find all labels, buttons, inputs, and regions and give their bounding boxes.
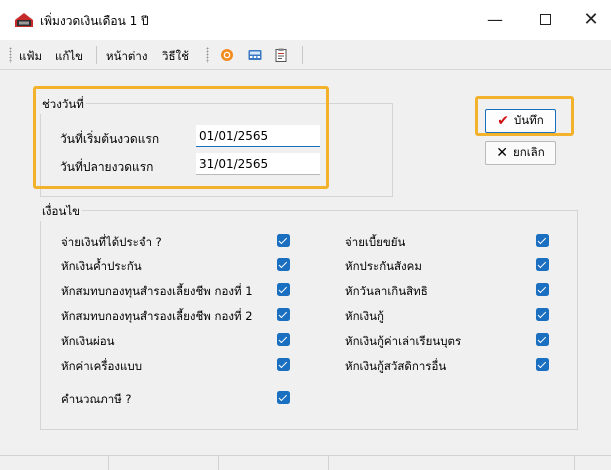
condition-checkbox[interactable] (277, 333, 290, 346)
cancel-button[interactable]: ✕ ยกเลิก (485, 141, 556, 165)
condition-label: หักเงินกู้ (345, 309, 384, 323)
menu-separator (96, 46, 97, 64)
maximize-button[interactable] (530, 8, 560, 32)
close-button[interactable]: ✕ (576, 8, 606, 32)
condition-label: หักเงินค้ำประกัน (61, 259, 142, 273)
condition-label: หักเงินกู้ค่าเล่าเรียนบุตร (345, 334, 462, 348)
save-button-highlight (475, 96, 574, 136)
calculator-icon[interactable] (248, 48, 262, 62)
condition-checkbox[interactable] (277, 283, 290, 296)
status-separator (574, 456, 575, 470)
condition-checkbox[interactable] (536, 283, 549, 296)
condition-label: หักสมทบกองทุนสำรองเลี้ยงชีพ กองที่ 1 (61, 284, 253, 298)
help-circle-icon[interactable] (220, 48, 234, 62)
condition-checkbox[interactable] (536, 333, 549, 346)
minimize-button[interactable]: — (480, 8, 510, 32)
status-separator (108, 456, 109, 470)
menu-file[interactable]: แฟ้ม (19, 48, 42, 66)
condition-label: หักประกันสังคม (345, 259, 422, 273)
toolbar-grip-icon (9, 47, 12, 63)
condition-label: หักค่าเครื่องแบบ (61, 359, 143, 373)
condition-label: หักวันลาเกินสิทธิ (345, 284, 428, 298)
status-separator (218, 456, 219, 470)
condition-checkbox[interactable] (277, 234, 290, 247)
cancel-button-label: ยกเลิก (513, 145, 545, 159)
date-range-highlight (33, 86, 329, 189)
condition-checkbox[interactable] (277, 358, 290, 371)
maximize-icon (539, 14, 551, 25)
condition-label: จ่ายเบี้ยขยัน (345, 235, 406, 249)
condition-checkbox[interactable] (277, 308, 290, 321)
condition-label: หักสมทบกองทุนสำรองเลี้ยงชีพ กองที่ 2 (61, 309, 253, 323)
condition-label: คำนวณภาษี ? (61, 392, 132, 406)
close-icon: ✕ (496, 145, 509, 161)
app-icon (15, 13, 33, 27)
condition-checkbox[interactable] (277, 391, 290, 404)
condition-label: หักเงินผ่อน (61, 334, 115, 348)
toolbar-grip-icon (206, 47, 209, 63)
status-bar (0, 455, 611, 470)
status-separator (328, 456, 329, 470)
window-title: เพิ่มงวดเงินเดือน 1 ปี (40, 14, 149, 28)
condition-label: จ่ายเงินที่ได้ประจำ ? (61, 235, 162, 249)
menu-window[interactable]: หน้าต่าง (106, 48, 147, 66)
menu-bar: แฟ้ม แก้ไข หน้าต่าง วิธีใช้ (0, 40, 611, 70)
clipboard-icon[interactable] (274, 48, 288, 62)
title-bar: เพิ่มงวดเงินเดือน 1 ปี — ✕ (0, 0, 611, 40)
condition-label: หักเงินกู้สวัสดิการอื่น (345, 359, 447, 373)
toolbar-separator (302, 46, 303, 64)
condition-checkbox[interactable] (536, 358, 549, 371)
conditions-group-label: เงื่อนไข (40, 203, 82, 221)
condition-checkbox[interactable] (536, 258, 549, 271)
condition-checkbox[interactable] (277, 258, 290, 271)
dialog-content: ช่วงวันที่ วันที่เริ่มต้นงวดแรก วันที่ปล… (0, 71, 611, 455)
condition-checkbox[interactable] (536, 308, 549, 321)
menu-edit[interactable]: แก้ไข (55, 48, 83, 66)
condition-checkbox[interactable] (536, 234, 549, 247)
menu-help[interactable]: วิธีใช้ (162, 48, 189, 66)
